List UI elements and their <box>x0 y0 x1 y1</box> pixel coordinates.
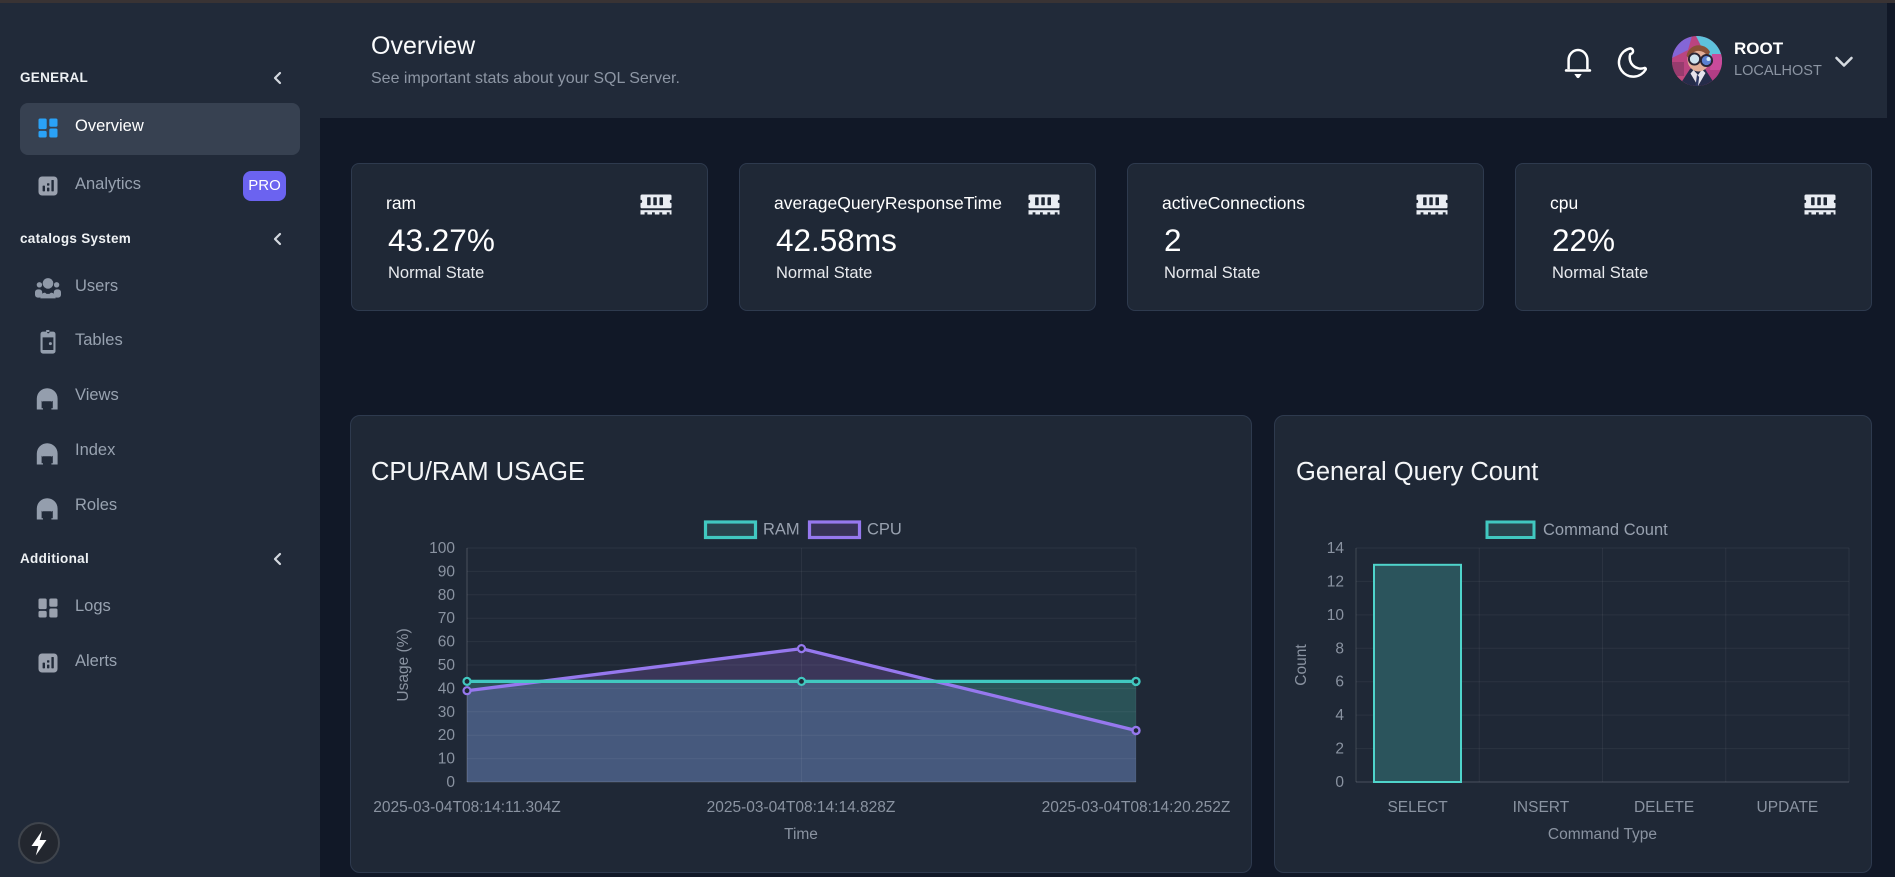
svg-text:4: 4 <box>1335 707 1344 724</box>
svg-text:2025-03-04T08:14:20.252Z: 2025-03-04T08:14:20.252Z <box>1042 799 1231 816</box>
svg-text:90: 90 <box>438 563 456 580</box>
svg-text:DELETE: DELETE <box>1634 799 1694 816</box>
svg-text:2025-03-04T08:14:11.304Z: 2025-03-04T08:14:11.304Z <box>373 799 561 816</box>
svg-text:CPU/RAM USAGE: CPU/RAM USAGE <box>371 458 585 486</box>
svg-text:Command Type: Command Type <box>1548 826 1657 843</box>
svg-text:14: 14 <box>1327 540 1345 557</box>
svg-text:Time: Time <box>784 826 818 843</box>
svg-text:6: 6 <box>1335 674 1344 691</box>
svg-text:12: 12 <box>1327 573 1344 590</box>
svg-text:UPDATE: UPDATE <box>1757 799 1819 816</box>
svg-text:60: 60 <box>438 634 456 651</box>
svg-text:100: 100 <box>429 540 455 557</box>
svg-text:SELECT: SELECT <box>1387 799 1448 816</box>
svg-text:General Query Count: General Query Count <box>1296 458 1538 486</box>
svg-text:0: 0 <box>446 774 455 791</box>
svg-text:10: 10 <box>438 751 456 768</box>
svg-text:30: 30 <box>438 704 456 721</box>
svg-text:70: 70 <box>438 610 456 627</box>
svg-text:2: 2 <box>1335 741 1344 758</box>
svg-text:80: 80 <box>438 587 456 604</box>
svg-text:Count: Count <box>1293 644 1310 686</box>
svg-text:CPU: CPU <box>867 521 902 539</box>
svg-text:2025-03-04T08:14:14.828Z: 2025-03-04T08:14:14.828Z <box>707 799 896 816</box>
svg-text:RAM: RAM <box>763 521 800 539</box>
svg-text:INSERT: INSERT <box>1513 799 1570 816</box>
svg-text:10: 10 <box>1327 607 1345 624</box>
svg-text:8: 8 <box>1335 640 1344 657</box>
svg-text:Usage (%): Usage (%) <box>395 628 412 701</box>
svg-text:Command Count: Command Count <box>1543 521 1668 539</box>
svg-text:50: 50 <box>438 657 456 674</box>
svg-text:0: 0 <box>1335 774 1344 791</box>
svg-text:40: 40 <box>438 680 456 697</box>
svg-text:20: 20 <box>438 727 456 744</box>
